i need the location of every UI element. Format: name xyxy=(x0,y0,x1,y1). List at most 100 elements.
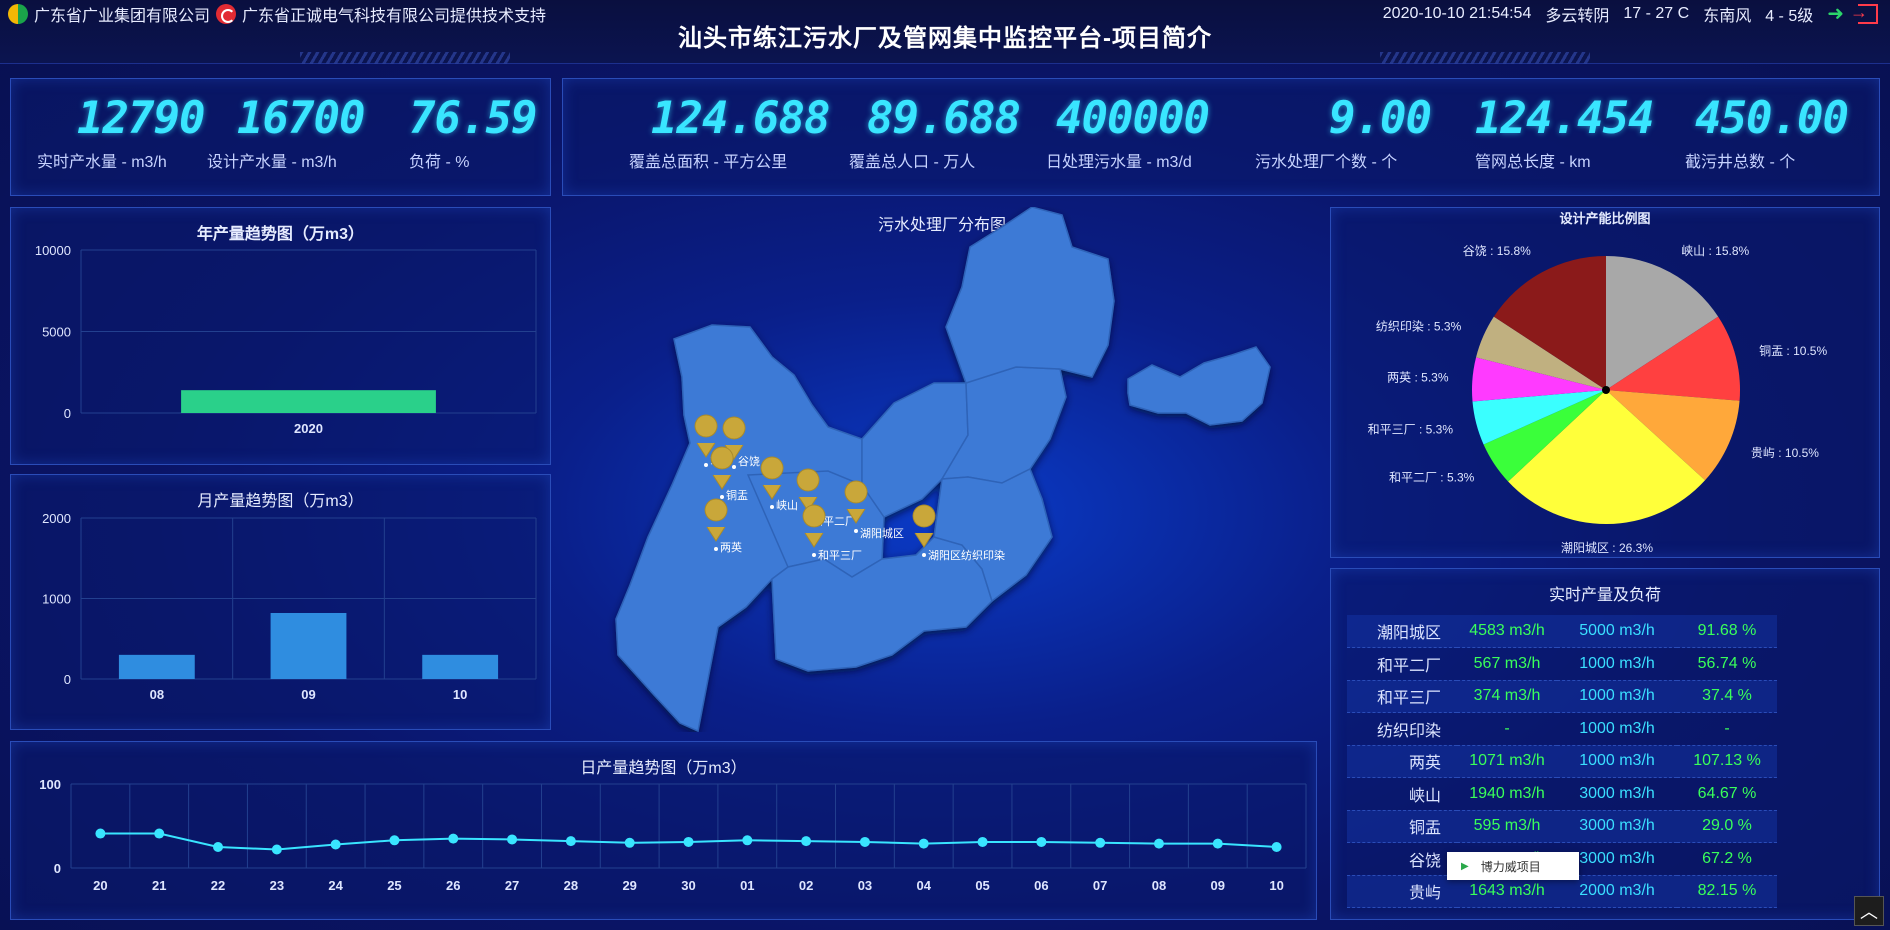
x-tick-label: 20 xyxy=(93,878,107,893)
enter-arrow-icon[interactable]: ➜ xyxy=(1827,4,1844,24)
data-point xyxy=(683,836,694,847)
tooltip-label: 博力威项目 xyxy=(1480,859,1541,874)
day-chart: 0 100 20 21 22 23 24 25 26 27 28 29 30 01 02 03 04 05 06 07… xyxy=(39,777,1307,893)
table-row: 和平二厂 567 m3/h 1000 m3/h 56.74 % xyxy=(1347,647,1777,681)
x-tick-label: 01 xyxy=(740,878,754,893)
design-flow-cell: 1000 m3/h xyxy=(1557,745,1677,778)
bar xyxy=(181,390,436,413)
wind-direction: 东南风 xyxy=(1703,8,1752,25)
y-tick-label: 1000 xyxy=(42,592,71,607)
data-point xyxy=(1271,842,1282,852)
data-point xyxy=(565,836,576,847)
bar xyxy=(118,654,195,679)
plant-name-cell: 纺织印染 xyxy=(1347,712,1457,746)
x-tick-label: 10 xyxy=(453,687,467,702)
actual-flow-cell: 4583 m3/h xyxy=(1457,615,1557,648)
logout-icon[interactable] xyxy=(1850,2,1878,24)
table-row: 和平三厂 374 m3/h 1000 m3/h 37.4 % xyxy=(1347,680,1777,713)
day-chart-panel: 日产量趋势图（万m3） 0 100 20 21 22 23 24 25 26 27 28 29 30 01… xyxy=(10,741,1317,920)
x-tick-label: 09 xyxy=(1211,878,1225,893)
load-cell: 37.4 % xyxy=(1677,680,1777,713)
y-tick-label: 5000 xyxy=(42,325,71,340)
month-chart: 0 1000 2000 08 09 10 xyxy=(42,511,537,702)
x-tick-label: 21 xyxy=(152,878,166,893)
data-point xyxy=(271,844,282,855)
marker-label: 湖阳区纺织印染 xyxy=(928,548,1005,562)
plant-name-cell: 和平二厂 xyxy=(1347,647,1457,681)
plant-name-cell: 潮阳城区 xyxy=(1347,615,1457,648)
data-point xyxy=(1036,836,1047,847)
x-tick-label: 05 xyxy=(975,878,989,893)
stat-label: 覆盖总人口 - 万人 xyxy=(849,154,976,171)
data-point xyxy=(213,842,224,852)
stat-value: 124.688 xyxy=(651,93,830,144)
x-tick-label: 10 xyxy=(1269,878,1283,893)
header-decoration-right xyxy=(1380,52,1590,64)
table-row: 潮阳城区 4583 m3/h 5000 m3/h 91.68 % xyxy=(1347,615,1777,648)
design-flow-cell: 3000 m3/h xyxy=(1557,810,1677,843)
data-point xyxy=(801,836,812,847)
design-flow-cell: 3000 m3/h xyxy=(1557,777,1677,811)
load-cell: 64.67 % xyxy=(1677,777,1777,811)
stat-label: 设计产水量 - m3/h xyxy=(207,154,337,171)
data-point xyxy=(859,836,870,847)
map-region-island xyxy=(1127,346,1271,426)
load-cell: 29.0 % xyxy=(1677,810,1777,843)
pie-center-dot xyxy=(1602,386,1610,394)
x-tick-label: 03 xyxy=(858,878,872,893)
data-point xyxy=(1212,838,1223,849)
x-tick-label: 04 xyxy=(917,878,932,893)
pie-label: 两英 : 5.3% xyxy=(1387,370,1449,384)
load-cell: 91.68 % xyxy=(1677,615,1777,648)
stat-value: 124.454 xyxy=(1475,93,1654,144)
x-tick-label: 28 xyxy=(564,878,578,893)
district-map: 贵屿谷饶铜盂峡山和平二厂湖阳城区两英和平三厂湖阳区纺织印染 xyxy=(615,207,1271,732)
x-tick-label: 25 xyxy=(387,878,401,893)
marker-label: 谷饶 xyxy=(738,455,760,468)
design-flow-cell: 1000 m3/h xyxy=(1557,680,1677,713)
stat-label: 日处理污水量 - m3/d xyxy=(1046,154,1192,171)
stat-coverage-area: 124.688 覆盖总面积 - 平方公里 xyxy=(629,93,830,172)
top-bar: 广东省广业集团有限公司 广东省正诚电气科技有限公司提供技术支持 汕头市练江污水厂… xyxy=(0,0,1890,64)
actual-flow-cell: 595 m3/h xyxy=(1457,810,1557,843)
plant-name-cell: 贵屿 xyxy=(1347,875,1457,908)
year-chart-panel: 年产量趋势图（万m3） 0 5000 10000 2020 xyxy=(10,207,551,465)
x-tick-label: 09 xyxy=(301,687,315,702)
x-tick-label: 22 xyxy=(211,878,225,893)
pie-label: 潮阳城区 : 26.3% xyxy=(1561,540,1653,555)
stat-well-count: 450.00 截污井总数 - 个 xyxy=(1685,93,1885,172)
actual-flow-cell: 1071 m3/h xyxy=(1457,745,1557,778)
y-tick-label: 0 xyxy=(64,406,71,421)
data-point xyxy=(1095,837,1106,848)
data-point xyxy=(742,835,753,846)
plant-name-cell: 谷饶 xyxy=(1347,842,1457,876)
data-point xyxy=(1153,838,1164,849)
map-tooltip[interactable]: ▶ 博力威项目 xyxy=(1447,852,1579,880)
pie-chart-panel: 设计产能比例图 峡山 : 15.8% 铜盂 : 10.5% 贵屿 : 10.5% 潮阳… xyxy=(1330,207,1880,558)
design-flow-cell: 1000 m3/h xyxy=(1557,712,1677,746)
pie-chart: 峡山 : 15.8% 铜盂 : 10.5% 贵屿 : 10.5% 潮阳城区 : 26.… xyxy=(1368,244,1828,555)
x-tick-label: 08 xyxy=(150,687,164,702)
x-tick-label: 2020 xyxy=(294,421,323,436)
x-tick-label: 29 xyxy=(622,878,636,893)
load-cell: 67.2 % xyxy=(1677,842,1777,876)
table-row: 纺织印染 -1000 m3/h - xyxy=(1347,712,1777,746)
stat-coverage-population: 89.688 覆盖总人口 - 万人 xyxy=(849,93,1049,172)
marker-label: 和平三厂 xyxy=(818,549,862,562)
scroll-top-button[interactable]: ︿ xyxy=(1854,896,1884,926)
marker-dot xyxy=(854,529,858,533)
wind-level: 4 - 5级 xyxy=(1765,8,1814,25)
y-tick-label: 2000 xyxy=(42,511,71,526)
x-tick-label: 30 xyxy=(681,878,695,893)
pie-label: 谷饶 : 15.8% xyxy=(1463,244,1531,258)
realtime-title: 实时产量及负荷 xyxy=(1548,587,1661,604)
marker-dot xyxy=(732,465,736,469)
stat-label: 截污井总数 - 个 xyxy=(1685,154,1796,171)
marker-dot xyxy=(720,495,724,499)
stat-label: 污水处理厂个数 - 个 xyxy=(1255,154,1398,171)
pie-label: 铜盂 : 10.5% xyxy=(1759,343,1827,358)
design-flow-cell: 5000 m3/h xyxy=(1557,615,1677,648)
pie-label: 和平三厂 : 5.3% xyxy=(1368,422,1454,436)
load-cell: 56.74 % xyxy=(1677,647,1777,681)
temperature: 17 - 27 C xyxy=(1623,5,1690,22)
